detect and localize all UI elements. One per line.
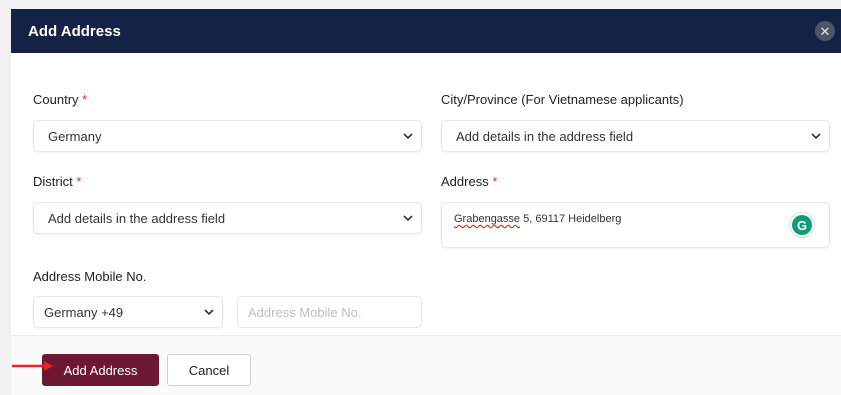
add-address-modal: Add Address ✕ Country * Germany City/Pro… bbox=[11, 9, 841, 395]
mobile-label-text: Address Mobile No. bbox=[33, 269, 147, 284]
district-select-value: Add details in the address field bbox=[48, 210, 226, 226]
country-code-value: Germany +49 bbox=[44, 304, 124, 320]
country-code-select[interactable]: Germany +49 bbox=[33, 296, 223, 328]
chevron-down-icon bbox=[811, 133, 821, 140]
country-label: Country * bbox=[33, 92, 87, 107]
district-label-text: District bbox=[33, 174, 73, 189]
modal-header: Add Address ✕ bbox=[11, 9, 841, 53]
address-label-text: Address bbox=[441, 174, 489, 189]
city-label: City/Province (For Vietnamese applicants… bbox=[441, 92, 684, 107]
city-select-value: Add details in the address field bbox=[456, 128, 634, 144]
grammarly-icon[interactable]: G bbox=[789, 212, 815, 238]
add-address-button[interactable]: Add Address bbox=[42, 354, 159, 386]
country-select[interactable]: Germany bbox=[33, 120, 422, 152]
grammarly-glyph: G bbox=[792, 215, 812, 235]
address-label: Address * bbox=[441, 174, 497, 189]
district-select[interactable]: Add details in the address field bbox=[33, 202, 422, 234]
cancel-button[interactable]: Cancel bbox=[167, 354, 251, 386]
required-mark: * bbox=[492, 174, 498, 189]
country-label-text: Country bbox=[33, 92, 79, 107]
city-label-text: City/Province (For Vietnamese applicants… bbox=[441, 92, 684, 107]
country-select-value: Germany bbox=[48, 128, 102, 144]
chevron-down-icon bbox=[403, 215, 413, 222]
modal-body: Country * Germany City/Province (For Vie… bbox=[11, 53, 841, 335]
close-icon[interactable]: ✕ bbox=[815, 21, 835, 41]
chevron-down-icon bbox=[204, 309, 214, 316]
modal-title: Add Address bbox=[28, 22, 121, 40]
annotation-arrow-icon bbox=[12, 361, 53, 371]
mobile-label: Address Mobile No. bbox=[33, 269, 146, 284]
district-label: District * bbox=[33, 174, 81, 189]
chevron-down-icon bbox=[403, 133, 413, 140]
address-value-rest: 5, 69117 Heidelberg bbox=[520, 213, 622, 225]
mobile-number-input[interactable] bbox=[237, 296, 422, 328]
address-value-word: Grabengasse bbox=[454, 213, 521, 225]
city-select[interactable]: Add details in the address field bbox=[441, 120, 830, 152]
modal-footer: Add Address Cancel bbox=[11, 335, 841, 395]
address-textarea[interactable]: Grabengasse 5, 69117 Heidelberg G bbox=[441, 202, 830, 248]
required-mark: * bbox=[76, 174, 82, 189]
required-mark: * bbox=[82, 92, 88, 107]
